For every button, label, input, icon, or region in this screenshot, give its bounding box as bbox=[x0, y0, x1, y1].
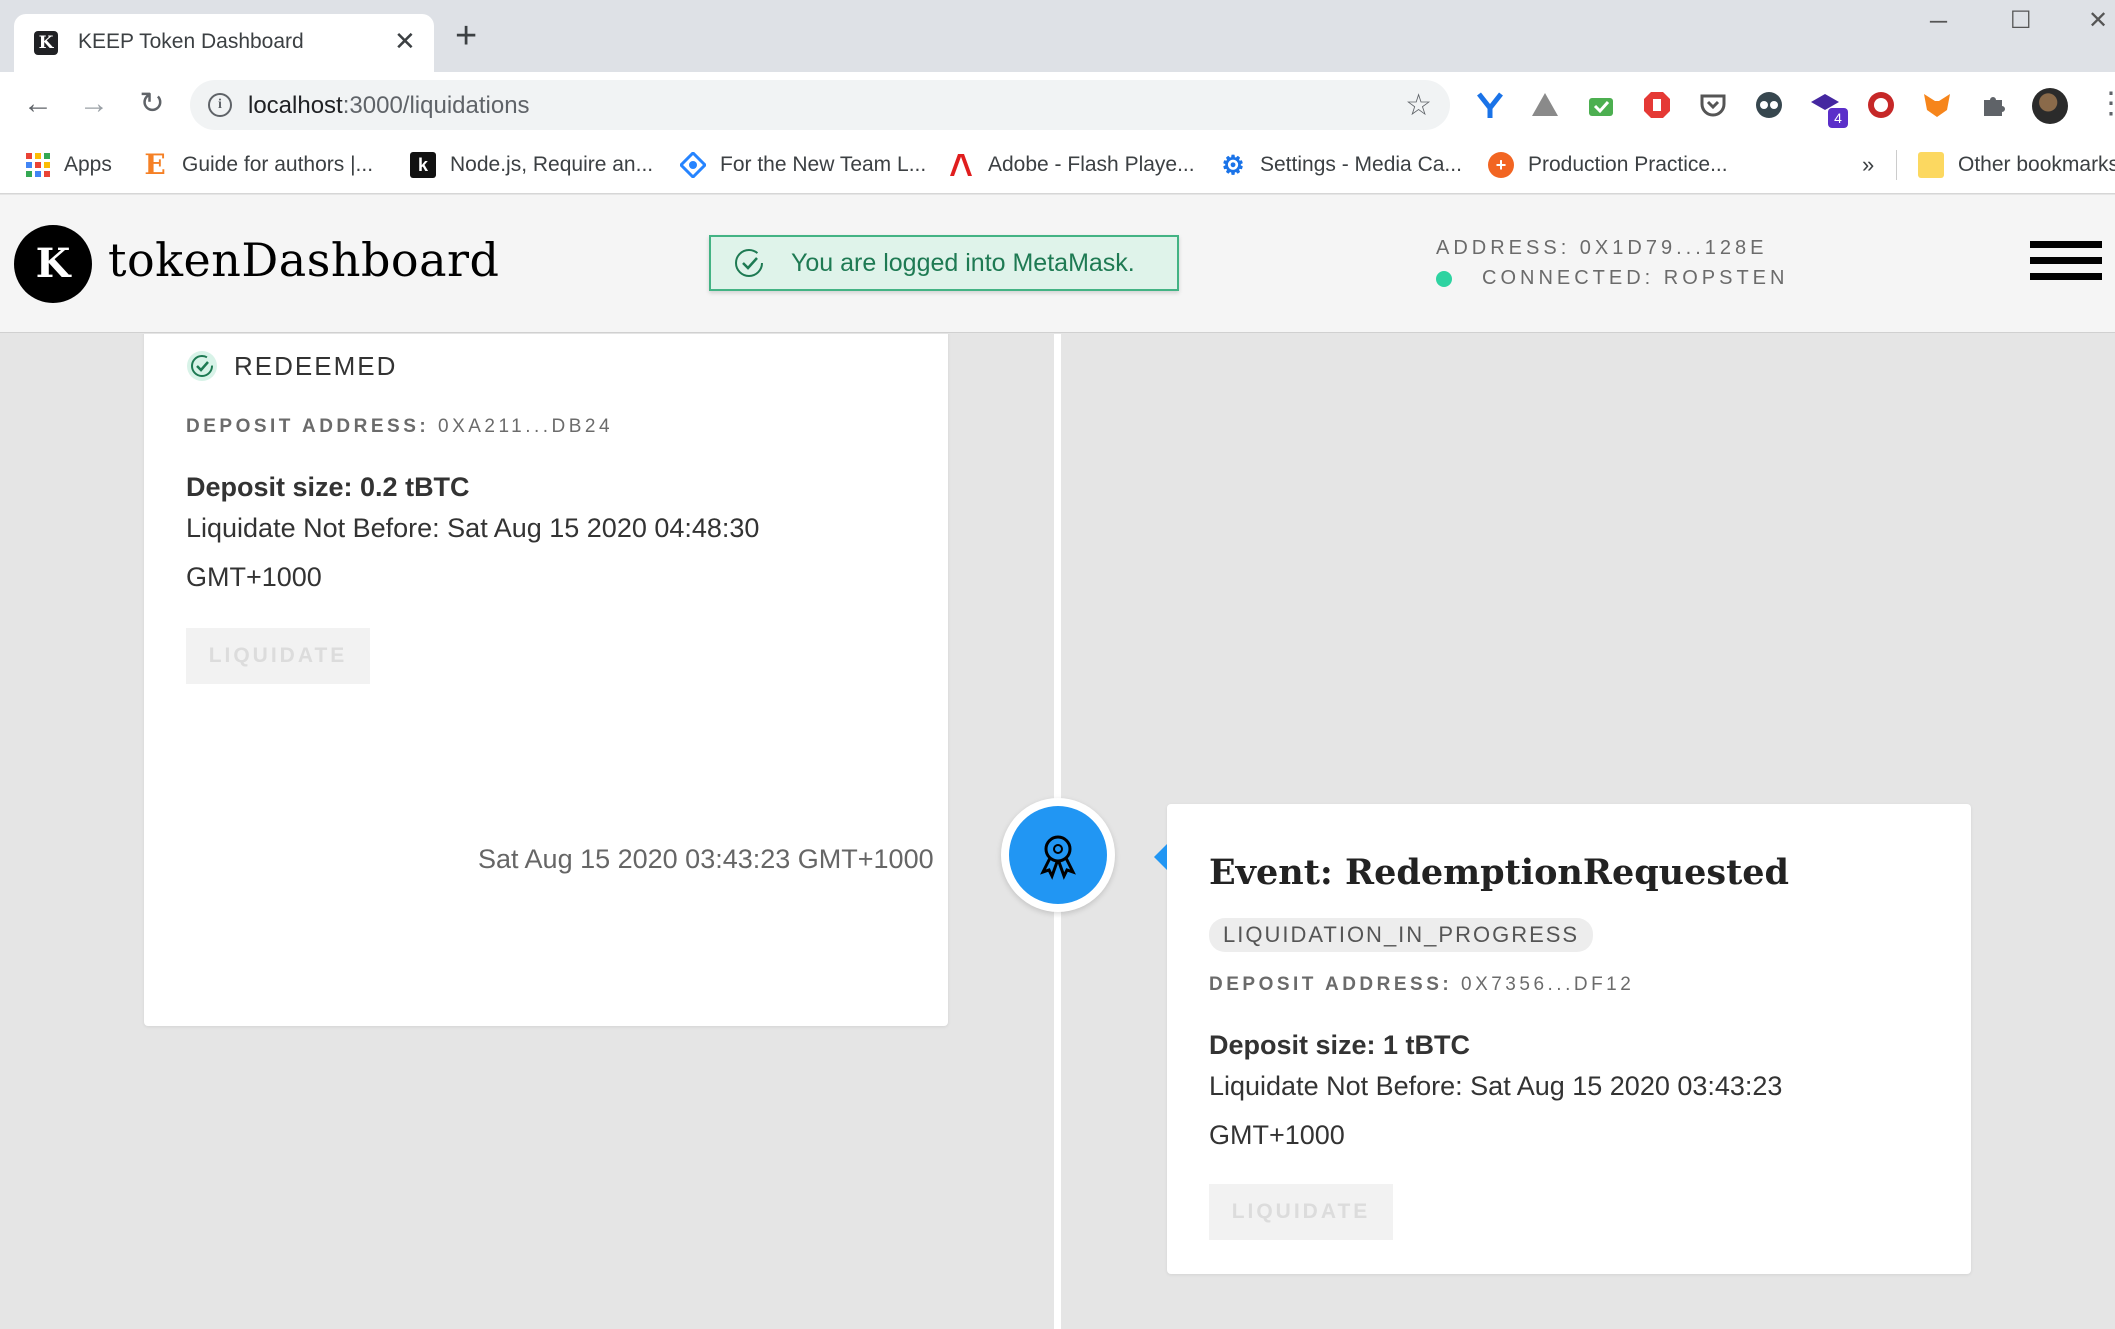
plus-circle-icon: + bbox=[1488, 152, 1514, 178]
address-bar[interactable]: i localhost:3000/liquidations ☆ bbox=[190, 80, 1450, 130]
apps-grid-icon bbox=[26, 153, 50, 177]
account-address: ADDRESS: 0X1D79...128E bbox=[1436, 237, 1768, 259]
extension-graduation-icon[interactable]: 4 bbox=[1810, 90, 1848, 128]
adobe-icon bbox=[948, 152, 974, 178]
brand-title[interactable]: tokenDashboard bbox=[108, 233, 499, 287]
event-node bbox=[1001, 798, 1115, 912]
pocket-icon[interactable] bbox=[1698, 90, 1728, 120]
award-ribbon-icon bbox=[1040, 835, 1076, 880]
keep-favicon-icon: K bbox=[34, 31, 58, 55]
keep-logo-icon[interactable]: K bbox=[14, 225, 92, 303]
bookmark-other[interactable]: Other bookmarks bbox=[1918, 150, 2115, 180]
url-host: localhost bbox=[248, 92, 343, 119]
card-pointer bbox=[1154, 844, 1167, 870]
status-row: REDEEMED bbox=[186, 350, 397, 382]
check-circle-icon bbox=[735, 249, 763, 277]
deposit-address-value[interactable]: 0X7356...DF12 bbox=[1461, 974, 1634, 995]
diamond-icon bbox=[678, 150, 708, 180]
info-icon[interactable]: i bbox=[208, 93, 232, 117]
event-card: REDEEMED DEPOSIT ADDRESS: 0XA211...DB24 … bbox=[144, 334, 948, 1026]
close-window-icon[interactable]: ✕ bbox=[2088, 6, 2108, 35]
tab-close-icon[interactable]: ✕ bbox=[394, 26, 416, 56]
liquidate-button[interactable]: LIQUIDATE bbox=[186, 628, 370, 684]
event-node-fill bbox=[1009, 806, 1107, 904]
extension-check-icon[interactable] bbox=[1586, 90, 1616, 120]
bookmark-label: Production Practice... bbox=[1528, 153, 1728, 176]
bookmark-apps[interactable]: Apps bbox=[26, 150, 112, 180]
liquidate-not-before: Liquidate Not Before: Sat Aug 15 2020 03… bbox=[1209, 1071, 1783, 1150]
bookmark-guide-for-authors[interactable]: E Guide for authors |... bbox=[142, 150, 373, 180]
deposit-address-value[interactable]: 0XA211...DB24 bbox=[438, 416, 613, 437]
liquidate-not-before: Liquidate Not Before: Sat Aug 15 2020 04… bbox=[186, 513, 760, 592]
event-title: Event: RedemptionRequested bbox=[1209, 852, 1790, 893]
liquidations-timeline: REDEEMED DEPOSIT ADDRESS: 0XA211...DB24 … bbox=[0, 334, 2115, 1329]
event-date: Sat Aug 15 2020 03:43:23 GMT+1000 bbox=[478, 844, 934, 874]
profile-avatar[interactable] bbox=[2032, 88, 2068, 124]
deposit-address-label: DEPOSIT ADDRESS: bbox=[186, 416, 430, 437]
bookmark-label: Node.js, Require an... bbox=[450, 153, 654, 176]
bookmark-new-team[interactable]: For the New Team L... bbox=[678, 150, 927, 180]
browser-tabstrip: K KEEP Token Dashboard ✕ + ─ ☐ ✕ bbox=[0, 0, 2115, 72]
url-text[interactable]: localhost:3000/liquidations bbox=[248, 92, 530, 120]
deposit-address: DEPOSIT ADDRESS: 0X7356...DF12 bbox=[1209, 974, 1634, 996]
maximize-icon[interactable]: ☐ bbox=[2010, 6, 2032, 35]
elsevier-e-icon: E bbox=[144, 148, 166, 181]
reload-icon[interactable]: ↻ bbox=[134, 86, 170, 122]
gear-icon: ⚙ bbox=[1221, 150, 1245, 180]
drive-icon[interactable] bbox=[1530, 90, 1560, 120]
adblock-icon[interactable] bbox=[1642, 90, 1672, 120]
bookmark-settings-media[interactable]: ⚙ Settings - Media Ca... bbox=[1220, 150, 1462, 180]
minimize-icon[interactable]: ─ bbox=[1930, 8, 1947, 36]
status-chip: LIQUIDATION_IN_PROGRESS bbox=[1209, 918, 1594, 952]
connected-status-dot bbox=[1436, 271, 1452, 287]
folder-icon bbox=[1918, 152, 1944, 178]
deposit-address-label: DEPOSIT ADDRESS: bbox=[1209, 974, 1453, 995]
new-tab-button[interactable]: + bbox=[455, 17, 477, 55]
extension-spy-icon[interactable] bbox=[1754, 90, 1784, 120]
bookmark-label: Other bookmarks bbox=[1958, 153, 2115, 176]
url-path: :3000/liquidations bbox=[342, 92, 530, 119]
network-status: CONNECTED: ROPSTEN bbox=[1482, 267, 1789, 289]
bookmark-label: Settings - Media Ca... bbox=[1260, 153, 1462, 176]
bookmark-star-icon[interactable]: ☆ bbox=[1405, 88, 1432, 123]
bookmark-nodejs[interactable]: k Node.js, Require an... bbox=[410, 150, 653, 180]
metamask-login-toast: You are logged into MetaMask. bbox=[709, 235, 1179, 291]
k-icon: k bbox=[410, 152, 436, 178]
metamask-fox-icon[interactable] bbox=[1922, 90, 1952, 120]
browser-tab[interactable]: K KEEP Token Dashboard ✕ bbox=[14, 14, 434, 72]
deposit-size: Deposit size: 1 tBTC bbox=[1209, 1030, 1471, 1060]
hamburger-menu-icon[interactable] bbox=[2030, 241, 2102, 287]
bookmark-label: Adobe - Flash Playe... bbox=[988, 153, 1195, 176]
app-header: K tokenDashboard You are logged into Met… bbox=[0, 195, 2115, 333]
deposit-size: Deposit size: 0.2 tBTC bbox=[186, 472, 470, 502]
extension-speaker-icon[interactable] bbox=[1866, 90, 1896, 120]
tab-title: KEEP Token Dashboard bbox=[78, 30, 304, 53]
browser-toolbar: ← → ↻ i localhost:3000/liquidations ☆ 4 … bbox=[0, 72, 2115, 138]
extension-y-icon[interactable] bbox=[1475, 90, 1505, 120]
liquidate-button[interactable]: LIQUIDATE bbox=[1209, 1184, 1393, 1240]
bookmarks-overflow-button[interactable]: » bbox=[1862, 150, 1874, 180]
toast-message: You are logged into MetaMask. bbox=[791, 249, 1135, 277]
browser-menu-icon[interactable]: ⋮ bbox=[2096, 86, 2115, 122]
bookmark-label: Guide for authors |... bbox=[182, 153, 374, 176]
status-label: REDEEMED bbox=[234, 350, 398, 381]
extensions-puzzle-icon[interactable] bbox=[1978, 90, 2008, 120]
bookmark-label: For the New Team L... bbox=[720, 153, 927, 176]
deposit-address: DEPOSIT ADDRESS: 0XA211...DB24 bbox=[186, 416, 613, 438]
back-icon[interactable]: ← bbox=[20, 86, 56, 122]
extension-badge: 4 bbox=[1828, 108, 1848, 128]
check-circle-icon bbox=[187, 351, 217, 381]
bookmark-adobe-flash[interactable]: Adobe - Flash Playe... bbox=[948, 150, 1195, 180]
bookmark-label: Apps bbox=[64, 153, 112, 176]
forward-icon[interactable]: → bbox=[76, 86, 112, 122]
bookmarks-divider bbox=[1896, 150, 1897, 180]
bookmarks-bar: Apps E Guide for authors |... k Node.js,… bbox=[0, 138, 2115, 194]
event-card: Event: RedemptionRequested LIQUIDATION_I… bbox=[1154, 804, 1971, 1274]
bookmark-production-practice[interactable]: + Production Practice... bbox=[1488, 150, 1728, 180]
